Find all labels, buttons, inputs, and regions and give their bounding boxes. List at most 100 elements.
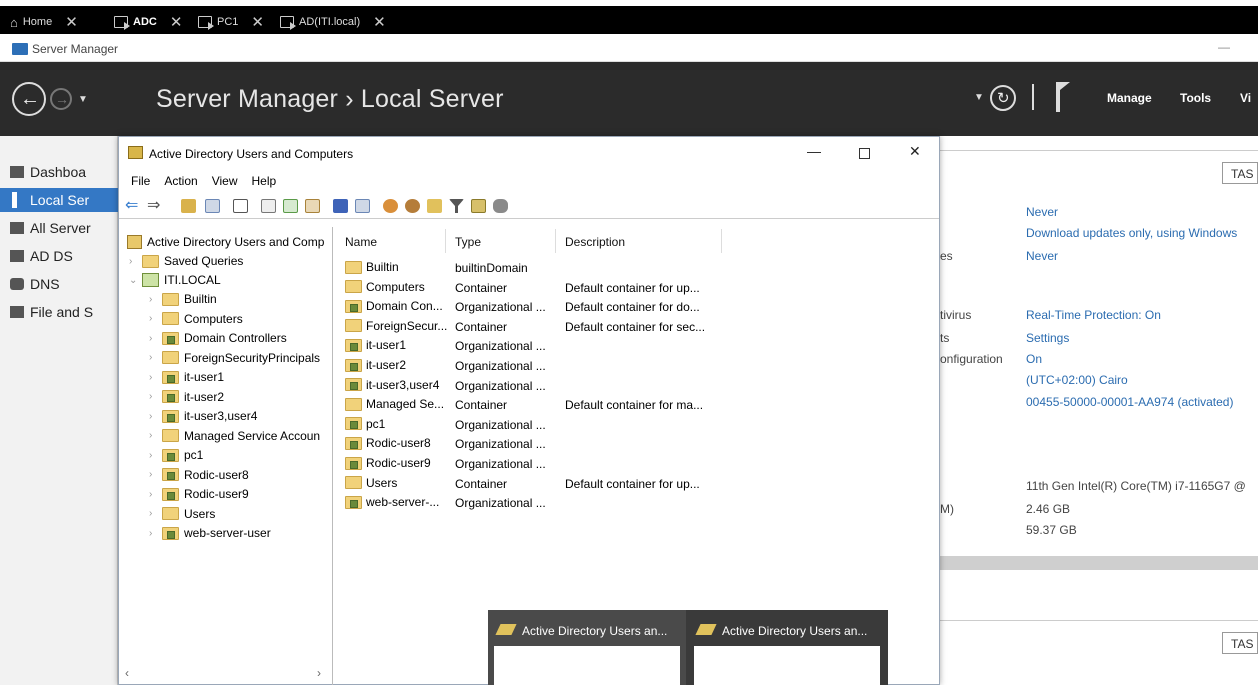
- column-header-name[interactable]: Name: [345, 235, 377, 249]
- tree-node[interactable]: › Managed Service Accoun: [149, 427, 320, 445]
- horizontal-scrollbar[interactable]: ‹ ›: [119, 665, 332, 681]
- list-item[interactable]: Computers Container Default container for …: [337, 278, 937, 298]
- up-folder-icon[interactable]: [181, 199, 196, 213]
- menu-action[interactable]: Action: [164, 174, 197, 188]
- list-item[interactable]: it-user2 Organizational ...: [337, 356, 937, 376]
- sidebar-item-local-server[interactable]: Local Ser: [0, 188, 118, 212]
- tree-node[interactable]: › Domain Controllers: [149, 329, 287, 347]
- expand-icon[interactable]: ›: [149, 489, 157, 500]
- forward-button[interactable]: →: [50, 88, 72, 110]
- maximize-button[interactable]: [859, 148, 870, 159]
- list-item[interactable]: it-user3,user4 Organizational ...: [337, 376, 937, 396]
- close-icon[interactable]: ✕: [373, 13, 386, 31]
- tasks-button[interactable]: TAS: [1222, 632, 1258, 654]
- manage-menu[interactable]: Manage: [1107, 91, 1152, 105]
- action-pane-icon[interactable]: [355, 199, 370, 213]
- view-menu[interactable]: Vi: [1240, 91, 1251, 105]
- vm-tab-pc1[interactable]: PC1 ✕: [198, 12, 264, 32]
- tree-node-domain[interactable]: ⌄ ITI.LOCAL: [129, 271, 221, 289]
- close-button[interactable]: ✕: [909, 143, 921, 160]
- sidebar-item-all-servers[interactable]: All Server: [0, 216, 118, 240]
- forward-arrow-icon[interactable]: ⇒: [147, 195, 162, 214]
- column-header-type[interactable]: Type: [455, 235, 481, 249]
- expand-icon[interactable]: ›: [149, 450, 157, 461]
- sidebar-item-dns[interactable]: DNS: [0, 272, 118, 296]
- list-item[interactable]: Rodic-user9 Organizational ...: [337, 454, 937, 474]
- expand-icon[interactable]: ›: [149, 352, 157, 363]
- minimize-button[interactable]: —: [1218, 40, 1230, 54]
- list-item[interactable]: web-server-... Organizational ...: [337, 493, 937, 513]
- tree-node[interactable]: › ForeignSecurityPrincipals: [149, 349, 320, 367]
- expand-icon[interactable]: ›: [149, 294, 157, 305]
- menu-file[interactable]: File: [131, 174, 150, 188]
- list-item[interactable]: it-user1 Organizational ...: [337, 336, 937, 356]
- add-to-group-icon[interactable]: [493, 199, 508, 213]
- tools-menu[interactable]: Tools: [1180, 91, 1211, 105]
- vm-tab-ad[interactable]: AD(ITI.local) ✕: [280, 12, 386, 32]
- tree-node[interactable]: › it-user3,user4: [149, 407, 257, 425]
- collapse-icon[interactable]: ⌄: [129, 275, 137, 286]
- list-item[interactable]: pc1 Organizational ...: [337, 415, 937, 435]
- expand-icon[interactable]: ›: [149, 411, 157, 422]
- expand-icon[interactable]: ›: [149, 333, 157, 344]
- taskbar-preview[interactable]: Active Directory Users an...: [488, 610, 686, 685]
- menu-view[interactable]: View: [212, 174, 238, 188]
- list-item[interactable]: Managed Se... Container Default container …: [337, 395, 937, 415]
- column-header-description[interactable]: Description: [565, 235, 625, 249]
- expand-icon[interactable]: ›: [149, 508, 157, 519]
- minimize-button[interactable]: —: [807, 143, 821, 159]
- expand-icon[interactable]: ›: [129, 256, 137, 267]
- expand-icon[interactable]: ›: [149, 313, 157, 324]
- history-dropdown-icon[interactable]: ▼: [78, 94, 88, 105]
- property-value-link[interactable]: (UTC+02:00) Cairo: [1026, 373, 1128, 387]
- refresh-button[interactable]: ↻: [990, 85, 1016, 111]
- tree-node[interactable]: › pc1: [149, 446, 203, 464]
- refresh-icon[interactable]: [283, 199, 298, 213]
- property-value-link[interactable]: On: [1026, 352, 1042, 366]
- expand-icon[interactable]: ›: [149, 372, 157, 383]
- list-item[interactable]: Users Container Default container for up..…: [337, 474, 937, 494]
- new-group-icon[interactable]: [405, 199, 420, 213]
- expand-icon[interactable]: ›: [149, 430, 157, 441]
- property-value-link[interactable]: Never: [1026, 205, 1058, 219]
- tree-root[interactable]: Active Directory Users and Comp: [127, 233, 324, 251]
- close-icon[interactable]: ✕: [251, 13, 264, 31]
- tree-node-saved-queries[interactable]: › Saved Queries: [129, 252, 243, 270]
- property-value-link[interactable]: 00455-50000-00001-AA974 (activated): [1026, 395, 1233, 409]
- taskbar-preview[interactable]: Active Directory Users an...: [688, 610, 886, 685]
- tree-node[interactable]: › it-user2: [149, 388, 224, 406]
- list-item[interactable]: Domain Con... Organizational ... Default c…: [337, 297, 937, 317]
- export-list-icon[interactable]: [305, 199, 320, 213]
- back-button[interactable]: ←: [12, 82, 46, 116]
- tree-node[interactable]: › Rodic-user9: [149, 485, 249, 503]
- find-icon[interactable]: [471, 199, 486, 213]
- expand-icon[interactable]: ›: [149, 391, 157, 402]
- property-value-link[interactable]: Never: [1026, 249, 1058, 263]
- list-item[interactable]: Builtin builtinDomain: [337, 258, 937, 278]
- close-icon[interactable]: ✕: [170, 13, 183, 31]
- flag-icon[interactable]: [1056, 82, 1070, 112]
- expand-icon[interactable]: ›: [149, 469, 157, 480]
- list-item[interactable]: Rodic-user8 Organizational ...: [337, 434, 937, 454]
- vm-tab-adc[interactable]: ADC ✕: [114, 12, 182, 32]
- property-value-link[interactable]: Settings: [1026, 331, 1069, 345]
- new-user-icon[interactable]: [383, 199, 398, 213]
- filter-icon[interactable]: [449, 199, 464, 213]
- scroll-right-icon[interactable]: ›: [317, 666, 321, 680]
- copy-icon[interactable]: [233, 199, 248, 213]
- close-icon[interactable]: ✕: [65, 13, 78, 31]
- tree-node[interactable]: › Builtin: [149, 290, 217, 308]
- tree-node[interactable]: › Computers: [149, 310, 243, 328]
- new-ou-icon[interactable]: [427, 199, 442, 213]
- scroll-left-icon[interactable]: ‹: [125, 666, 129, 680]
- console-tree-icon[interactable]: [205, 199, 220, 213]
- tree-node[interactable]: › web-server-user: [149, 524, 271, 542]
- tree-node[interactable]: › Users: [149, 505, 215, 523]
- refresh-dropdown-icon[interactable]: ▼: [974, 92, 984, 103]
- list-item[interactable]: ForeignSecur... Container Default containe…: [337, 317, 937, 337]
- vm-tab-home[interactable]: ⌂ Home ✕: [10, 12, 78, 32]
- help-icon[interactable]: [333, 199, 348, 213]
- sidebar-item-ad-ds[interactable]: AD DS: [0, 244, 118, 268]
- tasks-button[interactable]: TAS: [1222, 162, 1258, 184]
- back-arrow-icon[interactable]: ⇐: [125, 195, 140, 214]
